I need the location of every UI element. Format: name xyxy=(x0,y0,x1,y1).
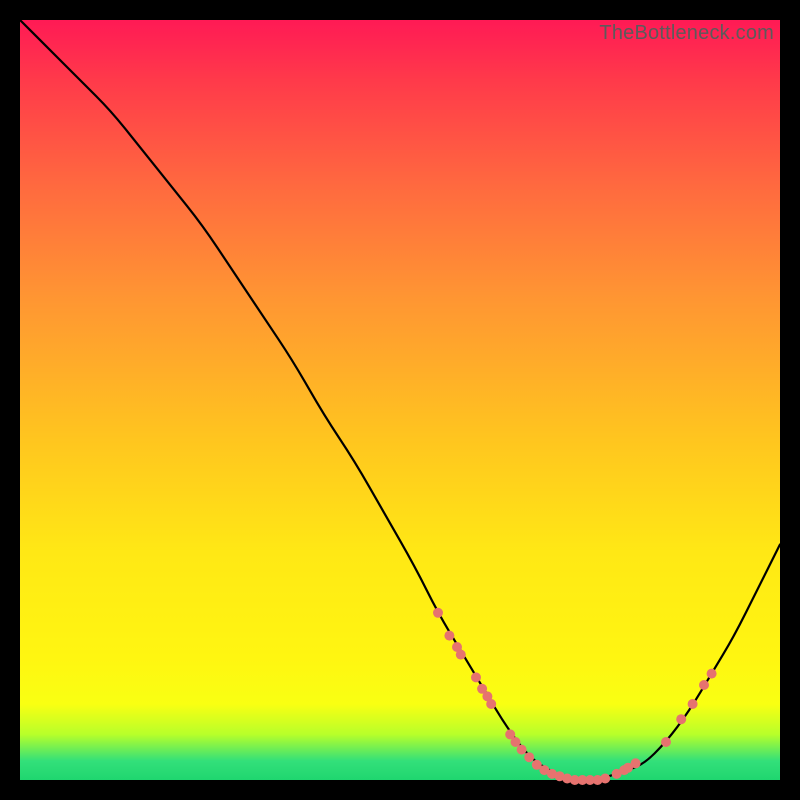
curve-marker xyxy=(661,737,671,747)
curve-marker xyxy=(600,774,610,784)
curve-marker xyxy=(517,745,527,755)
curve-marker xyxy=(471,672,481,682)
curve-marker xyxy=(707,669,717,679)
curve-marker xyxy=(631,758,641,768)
chart-frame: TheBottleneck.com xyxy=(20,20,780,780)
curve-marker xyxy=(699,680,709,690)
curve-marker xyxy=(486,699,496,709)
curve-marker xyxy=(456,650,466,660)
curve-marker xyxy=(676,714,686,724)
watermark-text: TheBottleneck.com xyxy=(599,22,774,45)
curve-marker xyxy=(444,631,454,641)
curve-marker xyxy=(688,699,698,709)
chart-svg xyxy=(20,20,780,780)
bottleneck-curve xyxy=(20,20,780,780)
curve-marker xyxy=(433,608,443,618)
curve-markers xyxy=(433,608,717,785)
curve-marker xyxy=(524,752,534,762)
